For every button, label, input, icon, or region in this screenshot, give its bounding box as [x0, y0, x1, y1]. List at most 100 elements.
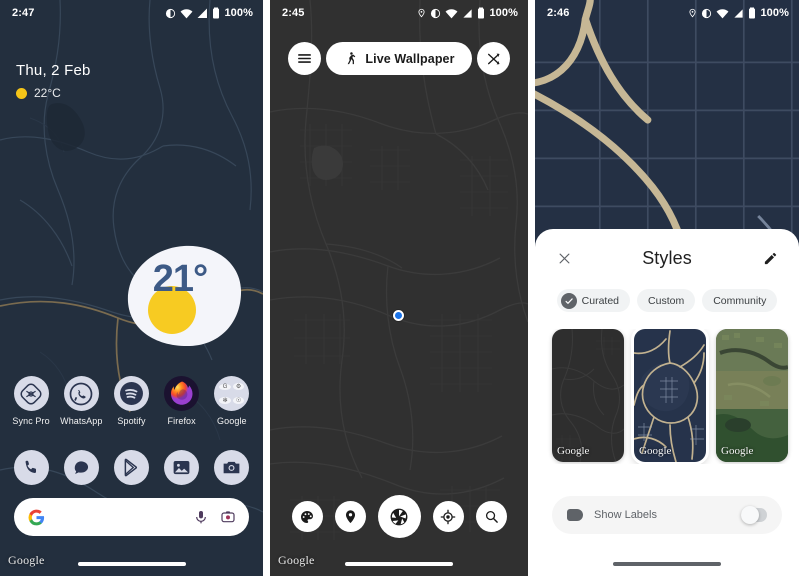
do-not-disturb-icon [431, 8, 441, 18]
signal-icon [197, 8, 208, 18]
app-whatsapp[interactable]: WhatsApp [58, 376, 104, 426]
styles-bottom-sheet: Styles Curated Custom Community Google G… [535, 229, 799, 576]
card-watermark: Google [721, 445, 754, 457]
dock-messages[interactable] [58, 450, 104, 485]
status-bar-styles: 2:46 100% [535, 0, 799, 26]
sun-icon [16, 87, 27, 99]
microphone-icon[interactable] [193, 509, 209, 525]
home-indicator[interactable] [77, 562, 186, 566]
google-watermark: Google [8, 553, 45, 567]
battery-icon [213, 7, 220, 19]
chip-custom[interactable]: Custom [637, 289, 696, 312]
app-firefox[interactable]: Firefox [159, 376, 205, 426]
phone-icon [13, 450, 49, 485]
phone-panel-live-wallpaper: 2:45 100% Live Wallpaper Google [270, 0, 528, 576]
map-pin-icon [345, 510, 355, 524]
close-icon [559, 253, 569, 263]
chip-community[interactable]: Community [702, 289, 778, 312]
photos-icon [164, 450, 200, 485]
phone-panel-styles: 2:46 100% Styles Curated Custom Communit… [535, 0, 799, 576]
status-time: 2:46 [547, 7, 570, 19]
dock-camera[interactable] [209, 450, 255, 485]
dock-play-store[interactable] [108, 450, 154, 485]
wallpaper-toolbar [270, 495, 528, 538]
close-button[interactable] [553, 247, 575, 269]
toggle-knob [741, 506, 759, 524]
style-card-navy-blue[interactable]: Google [631, 329, 709, 464]
folder-app-g: G [219, 383, 231, 390]
check-icon [560, 292, 577, 309]
status-bar-wallpaper: 2:45 100% [270, 0, 528, 26]
folder-app-2: ⚙ [232, 383, 245, 391]
signal-icon [734, 8, 744, 18]
folder-app-3: ✻ [219, 396, 231, 404]
show-labels-label: Show Labels [594, 509, 657, 521]
style-card-carousel[interactable]: Google Google Google [535, 329, 799, 464]
battery-percent: 100% [224, 7, 253, 19]
shuffle-icon [487, 52, 499, 65]
wifi-icon [180, 8, 193, 18]
satellite-thumb [716, 329, 788, 462]
location-status-icon [689, 8, 696, 18]
shuffle-button[interactable] [477, 42, 510, 75]
google-folder-icon: G ⚙ ✻ ☉ [214, 376, 250, 411]
app-row-dock [0, 450, 263, 485]
hamburger-menu-icon [298, 54, 311, 63]
google-lens-icon[interactable] [220, 509, 236, 525]
date-label: Thu, 2 Feb [16, 62, 91, 79]
style-card-satellite[interactable]: Google [716, 329, 788, 462]
style-card-dark-grey[interactable]: Google [552, 329, 624, 462]
wallpaper-map [270, 0, 528, 576]
wifi-icon [716, 8, 729, 18]
status-icons: 100% [688, 7, 789, 19]
dock-photos[interactable] [159, 450, 205, 485]
card-watermark: Google [639, 445, 672, 457]
app-label: Firefox [167, 416, 196, 426]
status-time: 2:47 [12, 7, 35, 19]
my-location-button[interactable] [432, 501, 464, 532]
three-phone-screenshots: 2:47 100% Thu, 2 Feb 22°C 21° Sync Pro W… [0, 0, 800, 576]
battery-icon [478, 7, 485, 19]
app-spotify[interactable]: Spotify [108, 376, 154, 426]
live-wallpaper-label: Live Wallpaper [365, 51, 455, 66]
home-indicator[interactable] [345, 562, 453, 566]
status-icons: 100% [417, 7, 518, 19]
folder-app-4: ☉ [232, 396, 245, 404]
whatsapp-icon [63, 376, 99, 411]
google-watermark: Google [278, 553, 315, 567]
style-category-chips: Curated Custom Community [535, 289, 799, 312]
temperature-large: 21° [152, 258, 208, 300]
location-status-icon [418, 8, 425, 18]
battery-percent: 100% [760, 7, 789, 19]
aperture-button[interactable] [377, 495, 421, 538]
app-label: WhatsApp [60, 416, 103, 426]
navy-blue-thumb [634, 329, 706, 462]
date-weather-widget[interactable]: Thu, 2 Feb 22°C [16, 62, 91, 100]
chip-label: Community [713, 294, 767, 307]
dock-phone[interactable] [8, 450, 54, 485]
live-wallpaper-button[interactable]: Live Wallpaper [326, 42, 472, 75]
edit-button[interactable] [759, 247, 781, 269]
current-location-dot [393, 310, 404, 321]
show-labels-toggle[interactable] [741, 506, 767, 524]
weather-blob-widget[interactable]: 21° [126, 244, 242, 347]
search-button[interactable] [475, 501, 507, 532]
show-labels-row[interactable]: Show Labels [552, 496, 782, 534]
palette-button[interactable] [291, 501, 323, 532]
wallpaper-top-bar: Live Wallpaper [270, 42, 528, 75]
app-google-folder[interactable]: G ⚙ ✻ ☉ Google [209, 376, 255, 426]
sync-pro-icon [13, 376, 49, 411]
map-pin-button[interactable] [334, 501, 366, 532]
app-sync-pro[interactable]: Sync Pro [8, 376, 54, 426]
app-label: Google [217, 416, 247, 426]
chip-curated[interactable]: Curated [556, 289, 631, 312]
battery-icon [749, 7, 756, 19]
firefox-icon [164, 376, 200, 411]
temperature-small: 22°C [34, 86, 61, 100]
temperature-row: 22°C [16, 86, 91, 100]
chip-label: Custom [648, 294, 685, 307]
home-indicator[interactable] [613, 562, 721, 566]
wifi-icon [445, 8, 458, 18]
hamburger-menu-button[interactable] [288, 42, 321, 75]
google-search-bar[interactable] [14, 498, 249, 536]
